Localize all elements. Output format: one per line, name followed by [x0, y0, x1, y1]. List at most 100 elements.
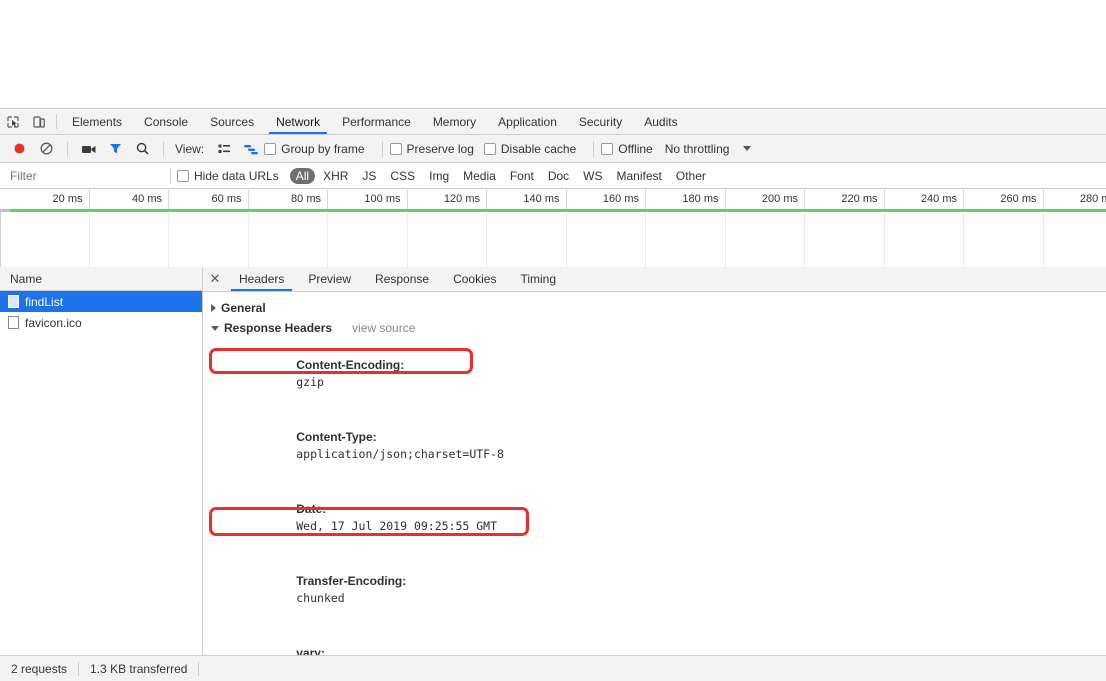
tab-timing[interactable]: Timing	[508, 267, 568, 291]
large-request-rows-icon[interactable]	[210, 137, 237, 161]
overview-gridline	[249, 212, 328, 274]
filter-type-css[interactable]: CSS	[384, 168, 421, 184]
toolbar-divider	[163, 140, 164, 157]
detail-tabbar: ✕ Headers Preview Response Cookies Timin…	[203, 267, 1106, 292]
filter-type-img[interactable]: Img	[423, 168, 455, 184]
table-row[interactable]: findList	[0, 291, 202, 312]
filter-divider	[170, 167, 171, 184]
view-source-link[interactable]: view source	[352, 321, 415, 335]
request-name: findList	[25, 294, 64, 309]
tab-network[interactable]: Network	[265, 109, 331, 134]
filter-type-all[interactable]: All	[289, 167, 316, 184]
header-key: Date:	[296, 502, 327, 516]
header-row-vary: vary: accept-encoding	[203, 626, 1106, 655]
column-header-name: Name	[10, 271, 43, 286]
network-overview[interactable]: 20 ms 40 ms 60 ms 80 ms 100 ms 120 ms 140 ms 16…	[0, 189, 1106, 275]
status-bar: 2 requests 1.3 KB transferred	[0, 655, 1106, 681]
section-general-label: General	[221, 301, 266, 315]
timeline-tick: 80 ms	[249, 189, 328, 210]
disable-cache-label: Disable cache	[500, 141, 577, 156]
filter-type-manifest[interactable]: Manifest	[611, 168, 668, 184]
filter-type-other[interactable]: Other	[670, 168, 712, 184]
header-row-transfer-encoding: Transfer-Encoding: chunked	[203, 554, 1106, 626]
checkbox-box	[389, 142, 402, 155]
section-response-headers[interactable]: Response Headers view source	[203, 318, 1106, 338]
tab-memory[interactable]: Memory	[422, 109, 487, 134]
filter-icon[interactable]	[102, 137, 129, 161]
header-key: vary:	[296, 646, 325, 655]
filter-type-js[interactable]: JS	[356, 168, 382, 184]
network-split-view: Name findList favicon.ico ✕ Headers Prev…	[0, 267, 1106, 655]
filter-type-ws[interactable]: WS	[577, 168, 608, 184]
toolbar-divider	[56, 114, 57, 129]
hide-data-urls-checkbox[interactable]: Hide data URLs	[177, 169, 279, 183]
tab-headers[interactable]: Headers	[227, 267, 296, 291]
request-list: Name findList favicon.ico	[0, 267, 203, 655]
tab-application[interactable]: Application	[487, 109, 568, 134]
overview-gridline	[487, 212, 567, 274]
filter-type-doc[interactable]: Doc	[542, 168, 575, 184]
offline-checkbox[interactable]: Offline	[601, 142, 653, 156]
timeline-tick: 60 ms	[169, 189, 249, 210]
filter-bar: Hide data URLs All XHR JS CSS Img Media …	[0, 163, 1106, 189]
document-icon	[8, 316, 19, 329]
tab-cookies[interactable]: Cookies	[441, 267, 508, 291]
preserve-log-label: Preserve log	[406, 141, 474, 156]
chevron-right-icon	[211, 304, 216, 312]
inspect-element-icon[interactable]	[0, 109, 26, 134]
timeline-tick: 100 ms	[328, 189, 408, 210]
clear-icon[interactable]	[33, 137, 60, 161]
timeline-tick: 120 ms	[408, 189, 487, 210]
request-list-header[interactable]: Name	[0, 267, 202, 291]
overview-gridline	[964, 212, 1044, 274]
capture-screenshots-icon[interactable]	[75, 137, 102, 161]
headers-content: General Response Headers view source Con…	[203, 292, 1106, 655]
view-label: View:	[175, 141, 205, 156]
section-general[interactable]: General	[203, 298, 1106, 318]
chevron-down-icon[interactable]	[743, 146, 752, 151]
throttling-select[interactable]: No throttling	[665, 142, 730, 156]
filter-type-font[interactable]: Font	[504, 168, 540, 184]
timeline-ruler: 20 ms 40 ms 60 ms 80 ms 100 ms 120 ms 140 ms 16…	[0, 189, 1106, 210]
toolbar-divider	[381, 140, 383, 157]
request-count: 2 requests	[11, 661, 68, 676]
tab-security[interactable]: Security	[568, 109, 633, 134]
tab-sources[interactable]: Sources	[199, 109, 265, 134]
header-row-content-encoding: Content-Encoding: gzip	[203, 338, 1106, 410]
overview-grid	[0, 212, 1106, 274]
record-icon[interactable]	[6, 137, 33, 161]
transferred-size: 1.3 KB transferred	[90, 661, 188, 676]
filter-input[interactable]	[0, 167, 170, 184]
overview-gridline	[726, 212, 805, 274]
status-divider	[198, 661, 200, 676]
overview-waterfall-icon[interactable]	[237, 137, 264, 161]
close-icon[interactable]: ✕	[203, 267, 227, 291]
document-icon	[8, 295, 19, 308]
tab-console[interactable]: Console	[133, 109, 199, 134]
tab-audits[interactable]: Audits	[633, 109, 688, 134]
timeline-tick: 220 ms	[805, 189, 885, 210]
table-row[interactable]: favicon.ico	[0, 312, 202, 333]
tab-elements[interactable]: Elements	[61, 109, 133, 134]
header-key: Content-Encoding:	[296, 358, 405, 372]
request-detail-panel: ✕ Headers Preview Response Cookies Timin…	[203, 267, 1106, 655]
preserve-log-checkbox[interactable]: Preserve log	[389, 141, 474, 156]
disable-cache-checkbox[interactable]: Disable cache	[483, 141, 577, 156]
request-name: favicon.ico	[25, 315, 82, 330]
device-toolbar-icon[interactable]	[26, 109, 52, 134]
overview-gridline	[805, 212, 885, 274]
tab-performance[interactable]: Performance	[331, 109, 422, 134]
group-by-frame-checkbox[interactable]: Group by frame	[264, 142, 365, 156]
page-viewport	[0, 0, 1106, 108]
overview-gridline	[90, 212, 169, 274]
filter-type-xhr[interactable]: XHR	[317, 168, 354, 184]
timeline-tick: 160 ms	[567, 189, 646, 210]
header-value: Wed, 17 Jul 2019 09:25:55 GMT	[296, 519, 498, 533]
filter-type-media[interactable]: Media	[457, 168, 502, 184]
search-icon[interactable]	[129, 137, 156, 161]
header-row-date: Date: Wed, 17 Jul 2019 09:25:55 GMT	[203, 482, 1106, 554]
tab-preview[interactable]: Preview	[296, 267, 363, 291]
overview-gridline	[10, 212, 90, 274]
tab-response[interactable]: Response	[363, 267, 441, 291]
timeline-tick: 240 ms	[885, 189, 964, 210]
